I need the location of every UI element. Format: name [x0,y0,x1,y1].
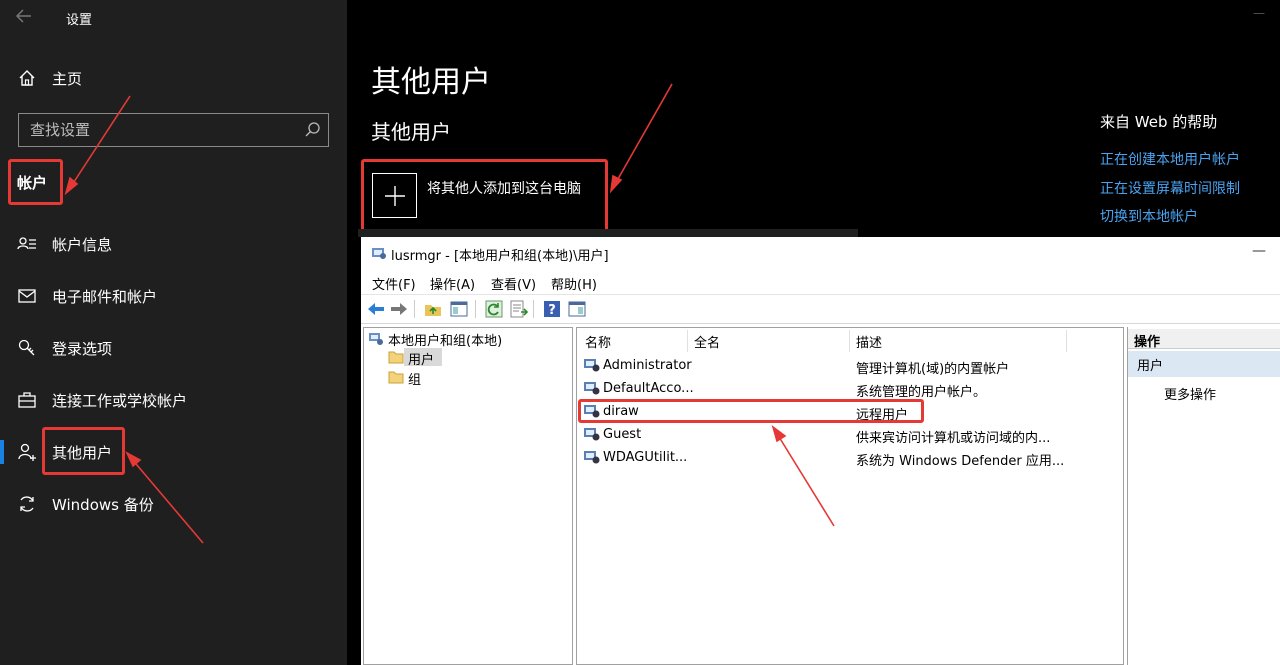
refresh-icon[interactable] [484,299,504,319]
column-header-description[interactable]: 描述 [856,332,882,351]
back-icon[interactable] [366,299,386,319]
user-list-pane: 名称 全名 描述 Administrator 管理计算机(域)的内置帐户 Def… [576,327,1124,665]
settings-sidebar: 设置 主页 帐户 帐户信息 电子邮件和帐户 登录选项 连 [0,0,347,665]
nav-windows-backup[interactable]: Windows 备份 [0,484,347,524]
actions-header: 操作 [1128,329,1280,350]
lusrmgr-window: lusrmgr - [本地用户和组(本地)\用户] — 文件(F) 操作(A) … [361,237,1280,665]
lusrmgr-title: lusrmgr - [本地用户和组(本地)\用户] [391,249,609,264]
highlight-box-other-users [42,427,125,475]
app-title: 设置 [66,13,93,28]
lusrmgr-minimize-button[interactable]: — [1252,243,1266,259]
page-title: 其他用户 [371,65,491,100]
help-link[interactable]: 正在创建本地用户帐户 [1100,149,1240,169]
user-description: 供来宾访问计算机或访问域的内... [856,431,1051,446]
menu-action[interactable]: 操作(A) [430,274,475,293]
svg-text:?: ? [548,303,556,318]
user-description: 管理计算机(域)的内置帐户 [856,362,1010,377]
tree-node-label: 组 [408,373,422,388]
sync-icon [17,494,39,514]
help-icon[interactable]: ? [542,299,562,319]
content-strip [358,229,858,237]
lusrmgr-toolbar: ? [361,294,1280,324]
settings-search-box[interactable] [18,113,329,147]
users-app-icon [371,246,387,265]
highlight-box-add-user [361,159,608,232]
nav-item-label: 电子邮件和帐户 [52,288,158,306]
menu-view[interactable]: 查看(V) [491,274,536,293]
up-folder-icon[interactable] [423,299,443,319]
window-minimize-button[interactable]: — [1253,6,1265,20]
help-title: 来自 Web 的帮助 [1100,113,1218,131]
nav-item-label: 连接工作或学校帐户 [52,392,188,410]
tree-root-label: 本地用户和组(本地) [388,334,503,349]
nav-home[interactable]: 主页 [0,58,347,98]
nav-work-school[interactable]: 连接工作或学校帐户 [0,380,347,420]
tree-pane: 本地用户和组(本地) 用户 组 [363,327,573,665]
section-subtitle: 其他用户 [371,120,451,144]
search-icon[interactable] [304,121,322,139]
table-row[interactable]: WDAGUtilit... 系统为 Windows Defender 应用... [577,448,1123,470]
user-description: 系统管理的用户帐户。 [856,385,987,400]
nav-your-info[interactable]: 帐户信息 [0,224,347,264]
lusrmgr-titlebar: lusrmgr - [本地用户和组(本地)\用户] — [361,237,1280,269]
menu-file[interactable]: 文件(F) [372,274,416,293]
forward-icon[interactable] [389,299,409,319]
settings-search-input[interactable] [19,114,299,146]
highlight-box-accounts [8,159,63,205]
nav-sign-in-options[interactable]: 登录选项 [0,328,347,368]
nav-item-label: Windows 备份 [52,496,154,514]
export-list-icon[interactable] [509,299,529,319]
actions-pane: 操作 用户 更多操作 [1127,327,1280,665]
column-header-name[interactable]: 名称 [585,332,611,351]
computer-users-icon [368,331,384,351]
mail-icon [17,286,39,306]
briefcase-icon [17,390,39,410]
highlight-box-diraw-row [578,399,924,423]
folder-icon [388,350,404,368]
nav-email-accounts[interactable]: 电子邮件和帐户 [0,276,347,316]
lusrmgr-menubar: 文件(F) 操作(A) 查看(V) 帮助(H) [361,269,1280,293]
person-card-icon [17,234,39,254]
table-row[interactable]: Guest 供来宾访问计算机或访问域的内... [577,425,1123,447]
user-icon [583,450,601,466]
arrowhead-add-user [609,174,623,194]
nav-home-label: 主页 [52,70,83,88]
user-description: 系统为 Windows Defender 应用... [856,454,1065,469]
nav-item-label: 帐户信息 [52,236,113,254]
tree-node-label: 用户 [408,353,435,368]
arrow-add-user [613,83,673,187]
user-name: Administrator [603,358,692,373]
back-arrow-icon[interactable] [14,6,38,28]
user-icon [583,427,601,443]
folder-icon [388,370,404,388]
column-header-fullname[interactable]: 全名 [694,332,720,351]
person-add-icon [17,442,39,462]
more-actions-item[interactable]: 更多操作 [1164,384,1216,403]
key-icon [17,338,39,358]
help-link[interactable]: 正在设置屏幕时间限制 [1100,178,1240,198]
help-link[interactable]: 切换到本地帐户 [1100,206,1198,226]
home-icon [17,68,39,88]
user-name: DefaultAcco... [603,381,694,396]
user-name: WDAGUtilit... [603,450,688,465]
table-row[interactable]: DefaultAcco... 系统管理的用户帐户。 [577,379,1123,401]
user-name: Guest [603,427,642,442]
user-icon [583,358,601,374]
user-icon [583,381,601,397]
actions-section-users[interactable]: 用户 [1128,351,1280,377]
properties-icon[interactable] [567,299,587,319]
menu-help[interactable]: 帮助(H) [551,274,597,293]
table-row[interactable]: Administrator 管理计算机(域)的内置帐户 [577,356,1123,378]
nav-item-label: 登录选项 [52,340,113,358]
show-hide-tree-icon[interactable] [449,299,469,319]
